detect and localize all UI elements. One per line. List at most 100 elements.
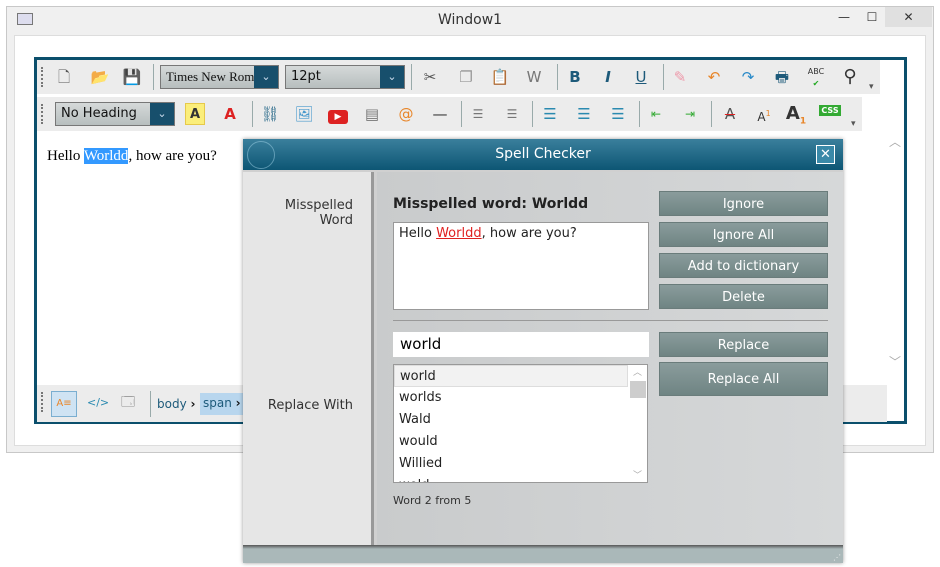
separator — [639, 101, 640, 127]
list-scrollbar[interactable]: ︿ ﹀ — [629, 365, 647, 482]
align-right-icon[interactable]: ☰ — [605, 103, 631, 125]
toolbar-grip[interactable] — [41, 67, 45, 87]
code-view-button[interactable]: </> — [87, 396, 109, 409]
cut-icon[interactable]: ✂ — [417, 66, 443, 88]
video-icon[interactable]: ▶ — [325, 103, 351, 125]
list-item[interactable]: world — [394, 365, 628, 387]
ignore-all-button[interactable]: Ignore All — [659, 222, 828, 247]
outdent-icon[interactable]: ⇤ — [643, 103, 669, 125]
italic-button[interactable]: I — [595, 66, 621, 88]
preview-icon[interactable]: 🗔 — [121, 393, 135, 415]
paste-word-icon[interactable]: W — [521, 66, 547, 88]
save-icon[interactable]: 💾 — [119, 66, 145, 88]
font-color-button[interactable]: A — [217, 103, 243, 125]
image-icon[interactable]: 🖼 — [291, 103, 317, 125]
toolbar-grip[interactable] — [41, 104, 45, 124]
toolbar-grip[interactable] — [41, 392, 45, 412]
scroll-down-icon[interactable]: ﹀ — [633, 468, 642, 481]
suggestions-list[interactable]: world worlds Wald would Willied wold ︿ ﹀ — [393, 364, 648, 483]
table-icon[interactable]: ▤ — [359, 103, 385, 125]
add-to-dictionary-button[interactable]: Add to dictionary — [659, 253, 828, 278]
paste-icon[interactable]: 📋 — [487, 66, 513, 88]
context-text: , how are you? — [481, 226, 577, 241]
replace-all-button[interactable]: Replace All — [659, 362, 828, 396]
editor-content[interactable]: Hello Worldd, how are you? — [47, 148, 217, 165]
vertical-scrollbar[interactable]: ︿ ﹀ — [885, 135, 905, 385]
separator — [532, 101, 533, 127]
close-button[interactable]: ✕ — [885, 7, 932, 27]
highlight-button[interactable]: A — [185, 103, 205, 125]
scroll-down-icon[interactable]: ﹀ — [889, 353, 901, 370]
align-center-icon[interactable]: ☰ — [571, 103, 597, 125]
title-bar: Window1 — ☐ ✕ — [7, 7, 933, 34]
indent-icon[interactable]: ⇥ — [677, 103, 703, 125]
separator — [461, 101, 462, 127]
new-document-icon[interactable]: 🗋 — [51, 66, 77, 88]
undo-icon[interactable]: ↶ — [701, 66, 727, 88]
horizontal-rule-icon[interactable]: — — [427, 103, 453, 125]
numbered-list-icon[interactable]: ☰ — [465, 103, 491, 125]
superscript-icon[interactable]: A1 — [751, 103, 777, 125]
scroll-up-icon[interactable]: ︿ — [633, 365, 642, 378]
minimize-button[interactable]: — — [829, 7, 859, 27]
context-textbox[interactable]: Hello Worldd, how are you? — [393, 222, 649, 310]
font-size-select[interactable]: 12pt ⌄ — [285, 65, 405, 89]
dialog-labels-panel: Misspelled Word Replace With — [243, 172, 374, 547]
open-folder-icon[interactable]: 📂 — [87, 66, 113, 88]
design-view-button[interactable]: A≡ — [51, 391, 77, 417]
redo-icon[interactable]: ↷ — [735, 66, 761, 88]
align-left-icon[interactable]: ☰ — [537, 103, 563, 125]
delete-button[interactable]: Delete — [659, 284, 828, 309]
dialog-footer: ⋰ — [243, 545, 843, 563]
bold-button[interactable]: B — [562, 66, 588, 88]
font-family-select[interactable]: Times New Roman⌄ — [160, 65, 279, 89]
search-icon[interactable]: ⚲ — [837, 66, 863, 88]
window-title: Window1 — [437, 12, 503, 28]
subscript-icon[interactable]: A1 — [783, 103, 809, 127]
ignore-button[interactable]: Ignore — [659, 191, 828, 216]
separator — [711, 101, 712, 127]
breadcrumb-body[interactable]: body › — [157, 397, 195, 411]
copy-icon[interactable]: ❐ — [453, 66, 479, 88]
print-icon[interactable]: 🖶 — [769, 66, 795, 88]
chevron-down-icon[interactable]: ⌄ — [254, 66, 278, 88]
chevron-down-icon[interactable]: ⌄ — [380, 66, 404, 88]
list-item[interactable]: worlds — [394, 387, 647, 409]
eraser-icon[interactable]: ✎ — [667, 66, 693, 88]
font-size-value: 12pt — [291, 69, 321, 84]
separator — [150, 391, 151, 417]
link-icon[interactable]: ⛓ — [257, 103, 283, 125]
list-item[interactable]: would — [394, 431, 647, 453]
spellcheck-button[interactable]: ABC ✔ — [803, 66, 829, 88]
scroll-up-icon[interactable]: ︿ — [889, 133, 901, 150]
text: , how are you? — [128, 148, 217, 164]
css-icon[interactable]: CSS — [817, 103, 843, 125]
separator — [153, 64, 154, 90]
replace-button[interactable]: Replace — [659, 332, 828, 357]
underline-button[interactable]: U — [628, 66, 654, 88]
divider — [393, 320, 828, 321]
strikethrough-icon[interactable]: A — [717, 103, 743, 125]
logo-icon — [247, 141, 275, 169]
scroll-thumb[interactable] — [630, 381, 646, 398]
bullet-list-icon[interactable]: ☰ — [499, 103, 525, 125]
breadcrumb-span[interactable]: span › — [200, 393, 244, 415]
selected-word: Worldd — [83, 148, 129, 164]
list-item[interactable]: Wald — [394, 409, 647, 431]
list-item[interactable]: Willied — [394, 453, 647, 475]
list-item[interactable]: wold — [394, 475, 647, 482]
overflow-icon[interactable]: ▾ — [851, 119, 856, 129]
dialog-close-button[interactable]: ✕ — [816, 145, 835, 164]
maximize-button[interactable]: ☐ — [857, 7, 887, 27]
overflow-icon[interactable]: ▾ — [869, 82, 874, 92]
heading-select[interactable]: No Heading ⌄ — [55, 102, 175, 126]
dialog-header: Spell Checker ✕ — [243, 139, 843, 170]
context-text: Hello — [399, 226, 437, 241]
replace-with-input[interactable]: world — [393, 332, 649, 357]
email-icon[interactable]: @ — [393, 103, 419, 125]
replace-with-label: Replace With — [267, 398, 353, 413]
separator — [557, 64, 558, 90]
resize-grip-icon[interactable]: ⋰ — [833, 553, 841, 562]
chevron-down-icon[interactable]: ⌄ — [150, 103, 174, 125]
word-progress: Word 2 from 5 — [393, 494, 472, 507]
